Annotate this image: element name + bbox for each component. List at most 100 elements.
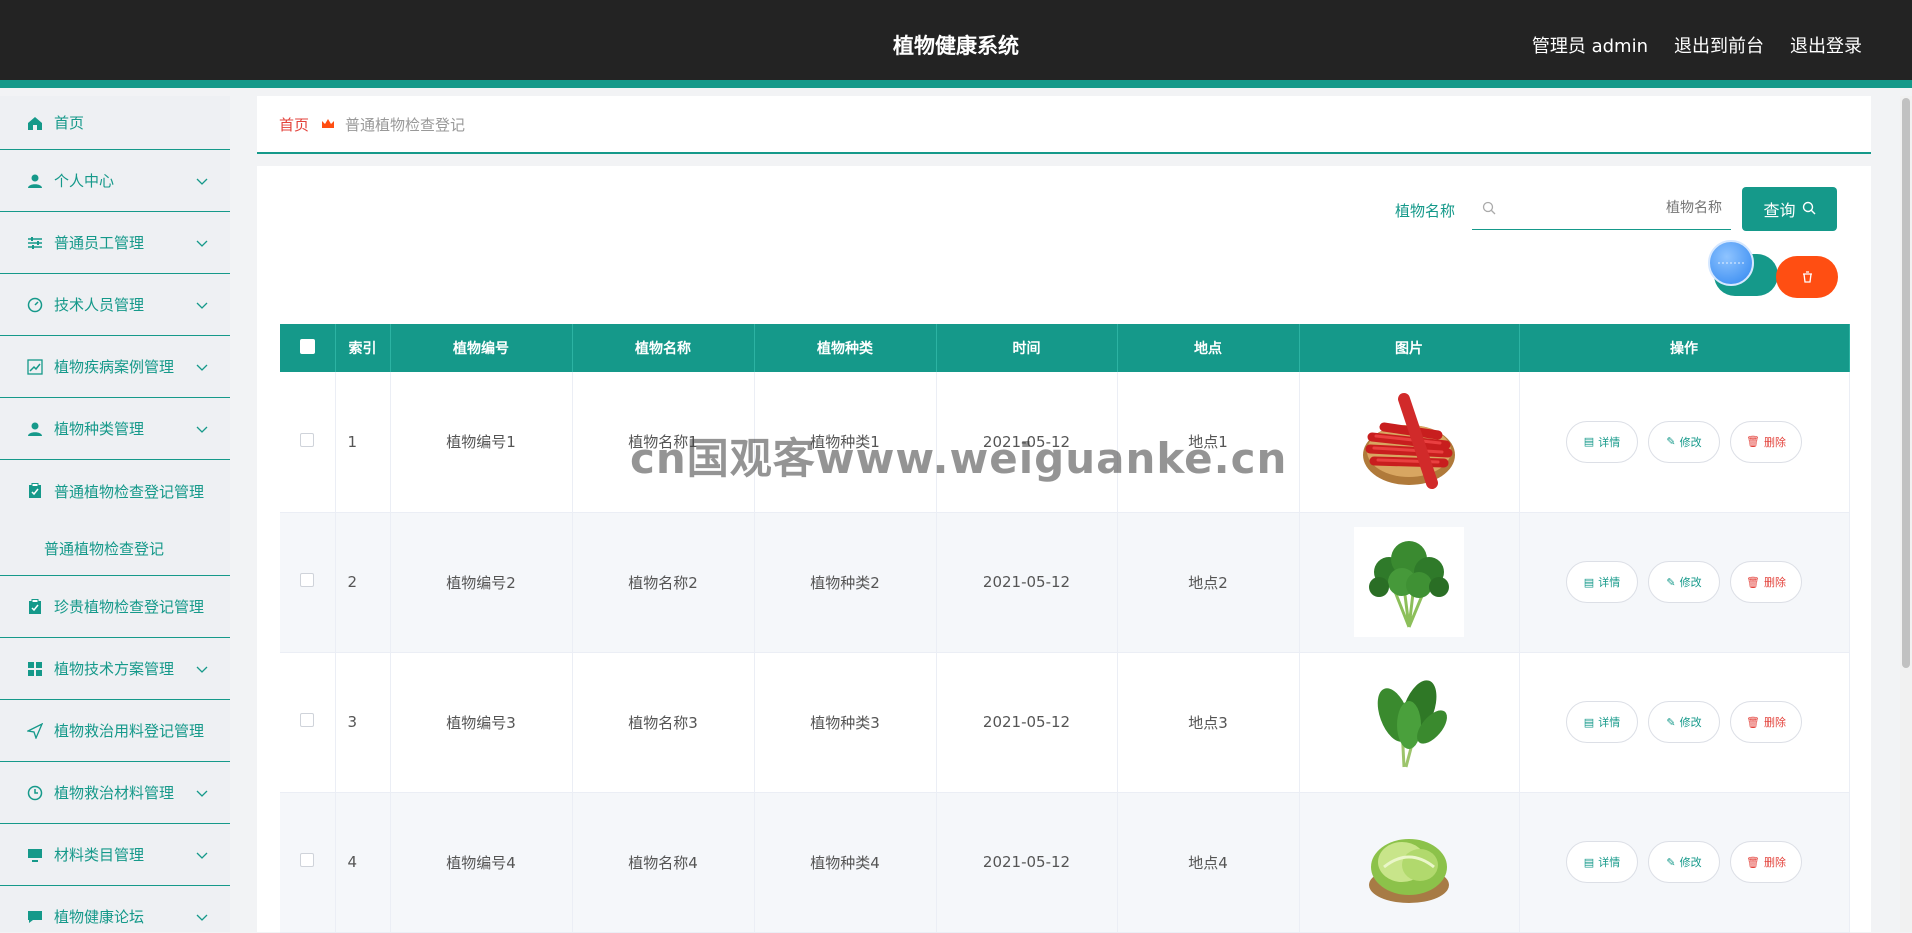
pencil-icon: ✎: [1666, 435, 1676, 449]
clipboard-icon: [26, 598, 44, 616]
edit-button[interactable]: ✎ 修改: [1648, 420, 1720, 463]
edit-button[interactable]: ✎ 修改: [1648, 561, 1720, 603]
column-header: 地点: [1117, 324, 1300, 372]
row-checkbox[interactable]: [300, 573, 315, 587]
row-checkbox[interactable]: [300, 713, 315, 727]
carrot-image: [1363, 392, 1455, 489]
edit-label: 修改: [1679, 716, 1702, 729]
user-icon: [26, 420, 44, 438]
sidebar-item-label: 植物救治用料登记管理: [54, 722, 205, 740]
cell-name: 植物名称3: [572, 652, 755, 793]
detail-label: 详情: [1598, 856, 1621, 869]
edit-button[interactable]: ✎ 修改: [1648, 701, 1720, 743]
table-row: 4 植物编号4 植物名称4 植物种类4 2021-05-12 地点4 ▤ 详情 …: [280, 792, 1850, 933]
detail-button[interactable]: ▤ 详情: [1566, 841, 1638, 883]
table-row: 3 植物编号3 植物名称3 植物种类3 2021-05-12 地点3 ▤ 详情 …: [280, 652, 1850, 793]
sidebar-item-personal-center[interactable]: 个人中心: [0, 150, 230, 212]
edit-button[interactable]: ✎ 修改: [1648, 841, 1720, 883]
detail-button[interactable]: ▤ 详情: [1566, 420, 1638, 463]
sidebar-item-staff[interactable]: 普通员工管理: [0, 212, 230, 274]
sidebar: 首页 个人中心 普通员工管理 技术人员管理 植物疾病案例管理 植物种类管理 普通…: [0, 96, 230, 932]
delete-button[interactable]: 🗑 删除: [1730, 701, 1802, 743]
edit-label: 修改: [1679, 856, 1702, 869]
cell-kind: 植物种类2: [754, 512, 937, 653]
chevron-down-icon: [196, 234, 208, 252]
sliders-icon: [26, 234, 44, 252]
sidebar-item-treatment-materials-log[interactable]: 植物救治用料登记管理: [0, 700, 230, 762]
column-header: 操作: [1519, 324, 1850, 372]
search-field: [1472, 186, 1731, 230]
cell-image: [1299, 512, 1520, 653]
row-checkbox[interactable]: [300, 853, 315, 867]
delete-button[interactable]: 🗑 删除: [1730, 561, 1802, 603]
page-scrollbar[interactable]: [1900, 96, 1912, 932]
content-panel: 植物名称 查询 索引 植物编号 植物名称 植物种类 时间 地点 图片 操作: [257, 166, 1871, 933]
cell-index: 2: [335, 512, 391, 653]
sidebar-item-normal-check[interactable]: 普通植物检查登记管理: [0, 460, 230, 522]
cell-date: 2021-05-12: [936, 652, 1118, 793]
edit-label: 修改: [1679, 576, 1702, 589]
monitor-icon: [26, 846, 44, 864]
user-icon: [26, 172, 44, 190]
cell-place: 地点4: [1117, 792, 1300, 933]
pencil-icon: ✎: [1666, 715, 1676, 729]
gauge-icon: [26, 296, 44, 314]
sidebar-item-label: 普通植物检查登记管理: [54, 482, 205, 501]
doc-icon: ▤: [1583, 435, 1595, 449]
sidebar-item-label: 植物技术方案管理: [54, 660, 175, 678]
column-header: 图片: [1299, 324, 1520, 372]
pencil-icon: ✎: [1666, 575, 1676, 589]
sidebar-item-treatment-materials[interactable]: 植物救治材料管理: [0, 762, 230, 824]
cell-kind: 植物种类1: [754, 372, 937, 513]
sidebar-item-tech-plans[interactable]: 植物技术方案管理: [0, 638, 230, 700]
sidebar-item-home[interactable]: 首页: [0, 96, 230, 150]
cell-place: 地点2: [1117, 512, 1300, 653]
cell-name: 植物名称2: [572, 512, 755, 653]
select-all-checkbox[interactable]: [299, 338, 315, 354]
cell-date: 2021-05-12: [936, 792, 1118, 933]
admin-user-label[interactable]: 管理员 admin: [1532, 32, 1648, 58]
sidebar-subitem-normal-check[interactable]: 普通植物检查登记: [0, 522, 230, 576]
select-all-cell: [280, 324, 336, 372]
sidebar-item-forum[interactable]: 植物健康论坛: [0, 886, 230, 932]
search-icon: [1482, 200, 1496, 219]
search-label: 植物名称: [1395, 202, 1456, 220]
trash-icon: 🗑: [1746, 435, 1760, 449]
sidebar-item-material-categories[interactable]: 材料类目管理: [0, 824, 230, 886]
delete-button[interactable]: 🗑 删除: [1730, 420, 1802, 463]
column-header: 时间: [936, 324, 1118, 372]
sidebar-item-disease-cases[interactable]: 植物疾病案例管理: [0, 336, 230, 398]
home-icon: [26, 114, 44, 132]
spinach-image: [1377, 680, 1447, 768]
trash-icon: 🗑: [1746, 855, 1760, 869]
query-button-label: 查询: [1763, 201, 1796, 220]
cell-date: 2021-05-12: [936, 372, 1118, 513]
cell-kind: 植物种类3: [754, 652, 937, 793]
doc-icon: ▤: [1583, 575, 1595, 589]
clipboard-icon: [26, 482, 44, 500]
breadcrumb: 首页 普通植物检查登记: [257, 96, 1871, 154]
sidebar-item-technicians[interactable]: 技术人员管理: [0, 274, 230, 336]
logout-link[interactable]: 退出登录: [1790, 32, 1862, 58]
query-button[interactable]: 查询: [1742, 187, 1837, 231]
breadcrumb-home[interactable]: 首页: [279, 114, 309, 135]
scrollbar-thumb[interactable]: [1902, 98, 1910, 668]
sidebar-item-label: 植物种类管理: [54, 420, 145, 438]
delete-button[interactable]: 🗑 删除: [1730, 841, 1802, 883]
search-input[interactable]: [1508, 194, 1722, 222]
exit-to-front-link[interactable]: 退出到前台: [1674, 32, 1764, 58]
column-header: 植物名称: [572, 324, 755, 372]
sidebar-item-label: 植物健康论坛: [54, 908, 145, 926]
sidebar-item-precious-check[interactable]: 珍贵植物检查登记管理: [0, 576, 230, 638]
batch-delete-button[interactable]: [1776, 256, 1838, 298]
detail-button[interactable]: ▤ 详情: [1566, 701, 1638, 743]
cell-actions: ▤ 详情 ✎ 修改 🗑 删除: [1519, 372, 1850, 513]
sidebar-item-plant-types[interactable]: 植物种类管理: [0, 398, 230, 460]
add-bubble-icon[interactable]: [1708, 240, 1754, 286]
row-select-cell: [280, 652, 336, 793]
cell-kind: 植物种类4: [754, 792, 937, 933]
row-checkbox[interactable]: [300, 432, 315, 447]
lettuce-image: [1369, 839, 1449, 903]
chevron-down-icon: [196, 784, 208, 802]
detail-button[interactable]: ▤ 详情: [1566, 561, 1638, 603]
